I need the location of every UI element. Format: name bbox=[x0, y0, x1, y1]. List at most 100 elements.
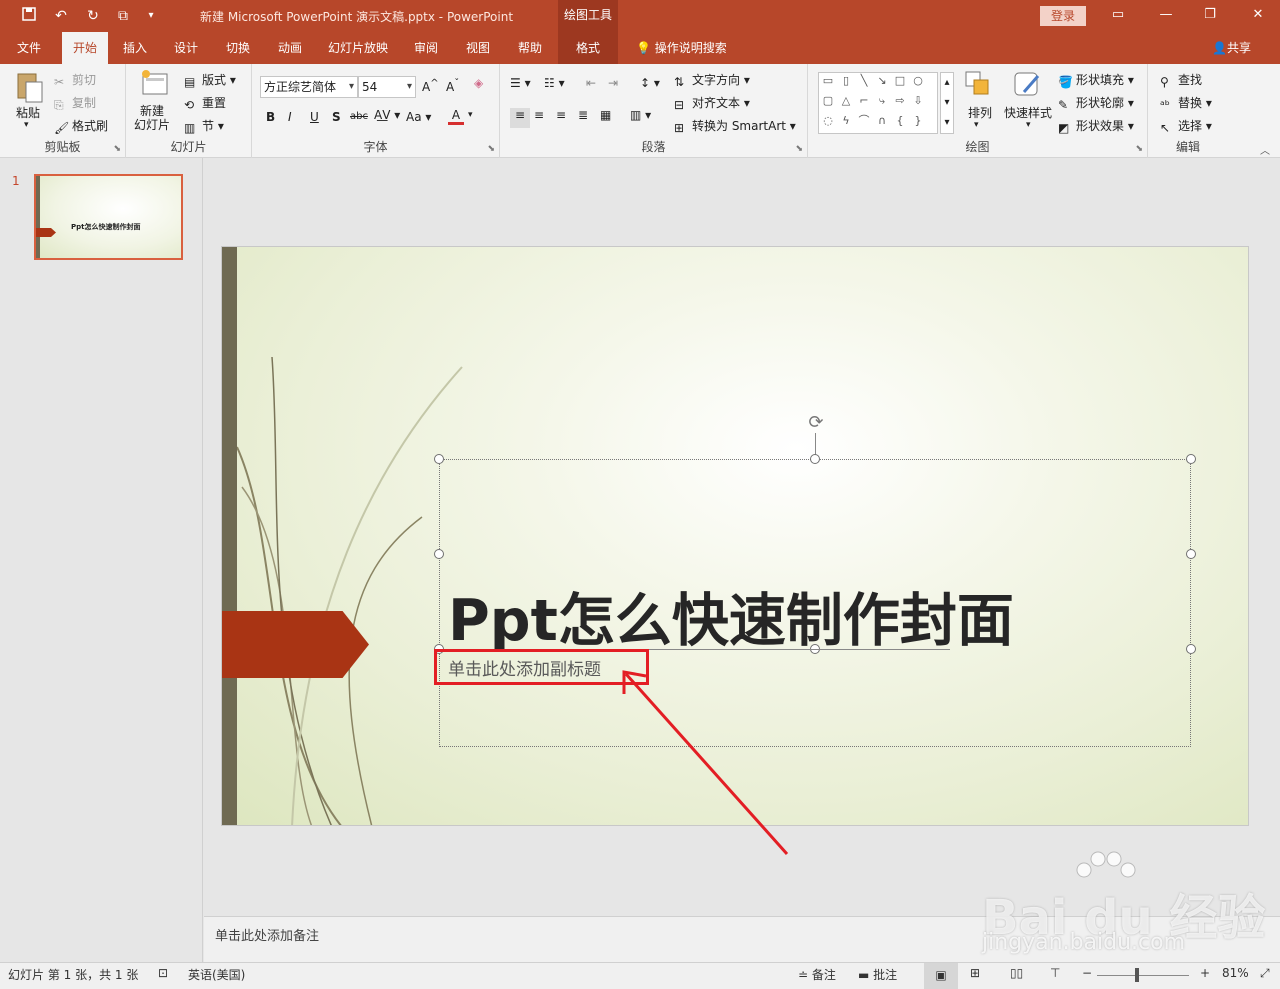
rectangle-shape-icon[interactable]: □ bbox=[893, 75, 907, 87]
notes-toggle[interactable]: ≐ 备注 bbox=[798, 966, 836, 983]
bold-icon[interactable]: B bbox=[266, 110, 275, 124]
curve-shape-icon[interactable]: ⌒ bbox=[857, 115, 871, 127]
distributed-icon[interactable]: ▦ bbox=[600, 108, 611, 122]
increase-indent-icon[interactable]: ⇥ bbox=[608, 76, 618, 90]
arrange-icon[interactable] bbox=[964, 70, 994, 98]
format-painter-button[interactable]: 🖌 格式刷 bbox=[54, 117, 108, 135]
comments-toggle[interactable]: ▬ 批注 bbox=[858, 966, 897, 983]
left-brace-shape-icon[interactable]: { bbox=[893, 115, 907, 127]
resize-handle[interactable] bbox=[810, 454, 820, 464]
zoom-out-icon[interactable]: − bbox=[1082, 966, 1092, 980]
elbow-connector-shape-icon[interactable]: ⌐ bbox=[857, 95, 871, 107]
columns-icon[interactable]: ▥ ▾ bbox=[630, 108, 651, 122]
triangle-shape-icon[interactable]: △ bbox=[839, 95, 853, 107]
tab-design[interactable]: 设计 bbox=[164, 32, 208, 64]
spell-check-icon[interactable]: ⊡ bbox=[158, 966, 168, 980]
resize-handle[interactable] bbox=[434, 454, 444, 464]
save-icon[interactable] bbox=[18, 6, 40, 26]
tab-animations[interactable]: 动画 bbox=[268, 32, 312, 64]
down-arrow-shape-icon[interactable]: ⇩ bbox=[911, 95, 925, 107]
redo-icon[interactable]: ↻ bbox=[82, 6, 104, 26]
paste-dropdown-icon[interactable]: ▾ bbox=[24, 120, 29, 130]
shapes-gallery[interactable]: ▭ ▯ ╲ ↘ □ ○ ▢ △ ⌐ ⤷ ⇨ ⇩ ◌ ϟ ⌒ ∩ { } bbox=[818, 72, 938, 134]
notes-placeholder[interactable]: 单击此处添加备注 bbox=[215, 925, 319, 944]
tab-review[interactable]: 审阅 bbox=[404, 32, 448, 64]
arrow-line-shape-icon[interactable]: ↘ bbox=[875, 75, 889, 87]
dialog-launcher-icon[interactable]: ⬊ bbox=[1135, 144, 1143, 154]
paste-icon[interactable] bbox=[14, 70, 46, 104]
slide-chevron-shape[interactable] bbox=[222, 611, 369, 678]
resize-handle[interactable] bbox=[1186, 549, 1196, 559]
minimize-icon[interactable]: — bbox=[1152, 4, 1180, 26]
bullets-icon[interactable]: ☰ ▾ bbox=[510, 76, 531, 90]
arrange-dropdown-icon[interactable]: ▾ bbox=[974, 120, 979, 130]
reset-button[interactable]: ⟲ 重置 bbox=[184, 94, 226, 112]
paste-button[interactable]: 粘贴 bbox=[16, 104, 40, 121]
undo-icon[interactable]: ↶ bbox=[50, 6, 72, 26]
font-size-combo[interactable]: 54 ▾ bbox=[358, 76, 416, 98]
dialog-launcher-icon[interactable]: ⬊ bbox=[487, 144, 495, 154]
justify-icon[interactable]: ≣ bbox=[578, 108, 588, 122]
tab-transitions[interactable]: 切换 bbox=[216, 32, 260, 64]
align-text-button[interactable]: ⊟ 对齐文本 ▾ bbox=[674, 94, 750, 112]
login-button[interactable]: 登录 bbox=[1040, 6, 1086, 26]
textbox-shape-icon[interactable]: ▭ bbox=[821, 75, 835, 87]
close-icon[interactable]: ✕ bbox=[1244, 4, 1272, 26]
shape-outline-button[interactable]: ✎ 形状轮廓 ▾ bbox=[1058, 94, 1134, 112]
freeform-shape-icon[interactable]: ◌ bbox=[821, 115, 835, 127]
resize-handle[interactable] bbox=[1186, 644, 1196, 654]
share-button[interactable]: 👤共享 bbox=[1212, 32, 1251, 64]
fit-to-window-icon[interactable]: ⤢ bbox=[1260, 966, 1270, 981]
strikethrough-icon[interactable]: abc bbox=[350, 111, 368, 122]
resize-handle[interactable] bbox=[1186, 454, 1196, 464]
font-color-icon[interactable]: A bbox=[448, 108, 464, 125]
align-right-icon[interactable]: ≡ bbox=[556, 108, 566, 122]
replace-button[interactable]: ᵃᵇ 替换 ▾ bbox=[1160, 94, 1212, 112]
convert-smartart-button[interactable]: ⊞ 转换为 SmartArt ▾ bbox=[674, 117, 796, 135]
line-spacing-icon[interactable]: ↕ ▾ bbox=[640, 76, 660, 90]
reading-view-icon[interactable]: ▯▯ bbox=[1010, 966, 1023, 980]
quick-styles-icon[interactable] bbox=[1012, 70, 1042, 100]
normal-view-icon[interactable]: ▣ bbox=[924, 963, 958, 989]
right-brace-shape-icon[interactable]: } bbox=[911, 115, 925, 127]
start-from-beginning-icon[interactable]: ⧉ bbox=[112, 6, 134, 26]
layout-button[interactable]: ▤ 版式 ▾ bbox=[184, 71, 236, 89]
font-color-dropdown-icon[interactable]: ▾ bbox=[468, 110, 473, 120]
new-slide-icon[interactable] bbox=[140, 68, 170, 98]
italic-icon[interactable]: I bbox=[288, 110, 292, 124]
language-indicator[interactable]: 英语(美国) bbox=[188, 966, 245, 983]
decrease-font-icon[interactable]: Aˇ bbox=[446, 78, 459, 94]
resize-handle[interactable] bbox=[434, 549, 444, 559]
vertical-textbox-shape-icon[interactable]: ▯ bbox=[839, 75, 853, 87]
text-direction-button[interactable]: ⇅ 文字方向 ▾ bbox=[674, 71, 750, 89]
zoom-in-icon[interactable]: + bbox=[1200, 966, 1210, 980]
tab-home[interactable]: 开始 bbox=[62, 32, 108, 64]
arc-shape-icon[interactable]: ∩ bbox=[875, 115, 889, 127]
underline-icon[interactable]: U bbox=[310, 110, 319, 124]
tab-view[interactable]: 视图 bbox=[456, 32, 500, 64]
shape-effects-button[interactable]: ◩ 形状效果 ▾ bbox=[1058, 117, 1134, 135]
slide-sorter-icon[interactable]: ⊞ bbox=[970, 966, 980, 980]
elbow-arrow-shape-icon[interactable]: ⤷ bbox=[875, 95, 889, 107]
quick-styles-button[interactable]: 快速样式 bbox=[1004, 104, 1052, 121]
slide-title[interactable]: Ppt怎么快速制作封面 bbox=[448, 575, 1014, 657]
dialog-launcher-icon[interactable]: ⬊ bbox=[795, 144, 803, 154]
new-slide-button[interactable]: 新建 幻灯片 bbox=[134, 104, 170, 132]
shape-fill-button[interactable]: 🪣 形状填充 ▾ bbox=[1058, 71, 1134, 89]
align-left-icon[interactable]: ≡ bbox=[510, 108, 530, 128]
character-spacing-icon[interactable]: A͟V ▾ bbox=[374, 108, 400, 122]
zoom-level[interactable]: 81% bbox=[1222, 966, 1249, 980]
line-shape-icon[interactable]: ╲ bbox=[857, 75, 871, 87]
tell-me-search[interactable]: 💡 操作说明搜索 bbox=[636, 32, 727, 64]
slide-thumbnail[interactable]: Ppt怎么快速制作封面 bbox=[34, 174, 183, 260]
find-button[interactable]: ⚲ 查找 bbox=[1160, 71, 1202, 89]
quick-styles-dropdown-icon[interactable]: ▾ bbox=[1026, 120, 1031, 130]
tab-help[interactable]: 帮助 bbox=[508, 32, 552, 64]
numbering-icon[interactable]: ☷ ▾ bbox=[544, 76, 565, 90]
tab-file[interactable]: 文件 bbox=[0, 32, 58, 64]
rotate-handle-icon[interactable]: ⟳ bbox=[806, 413, 826, 433]
increase-font-icon[interactable]: A^ bbox=[422, 78, 439, 94]
zoom-slider-thumb[interactable] bbox=[1135, 968, 1139, 982]
tab-format[interactable]: 格式 bbox=[558, 32, 618, 64]
section-button[interactable]: ▥ 节 ▾ bbox=[184, 117, 224, 135]
